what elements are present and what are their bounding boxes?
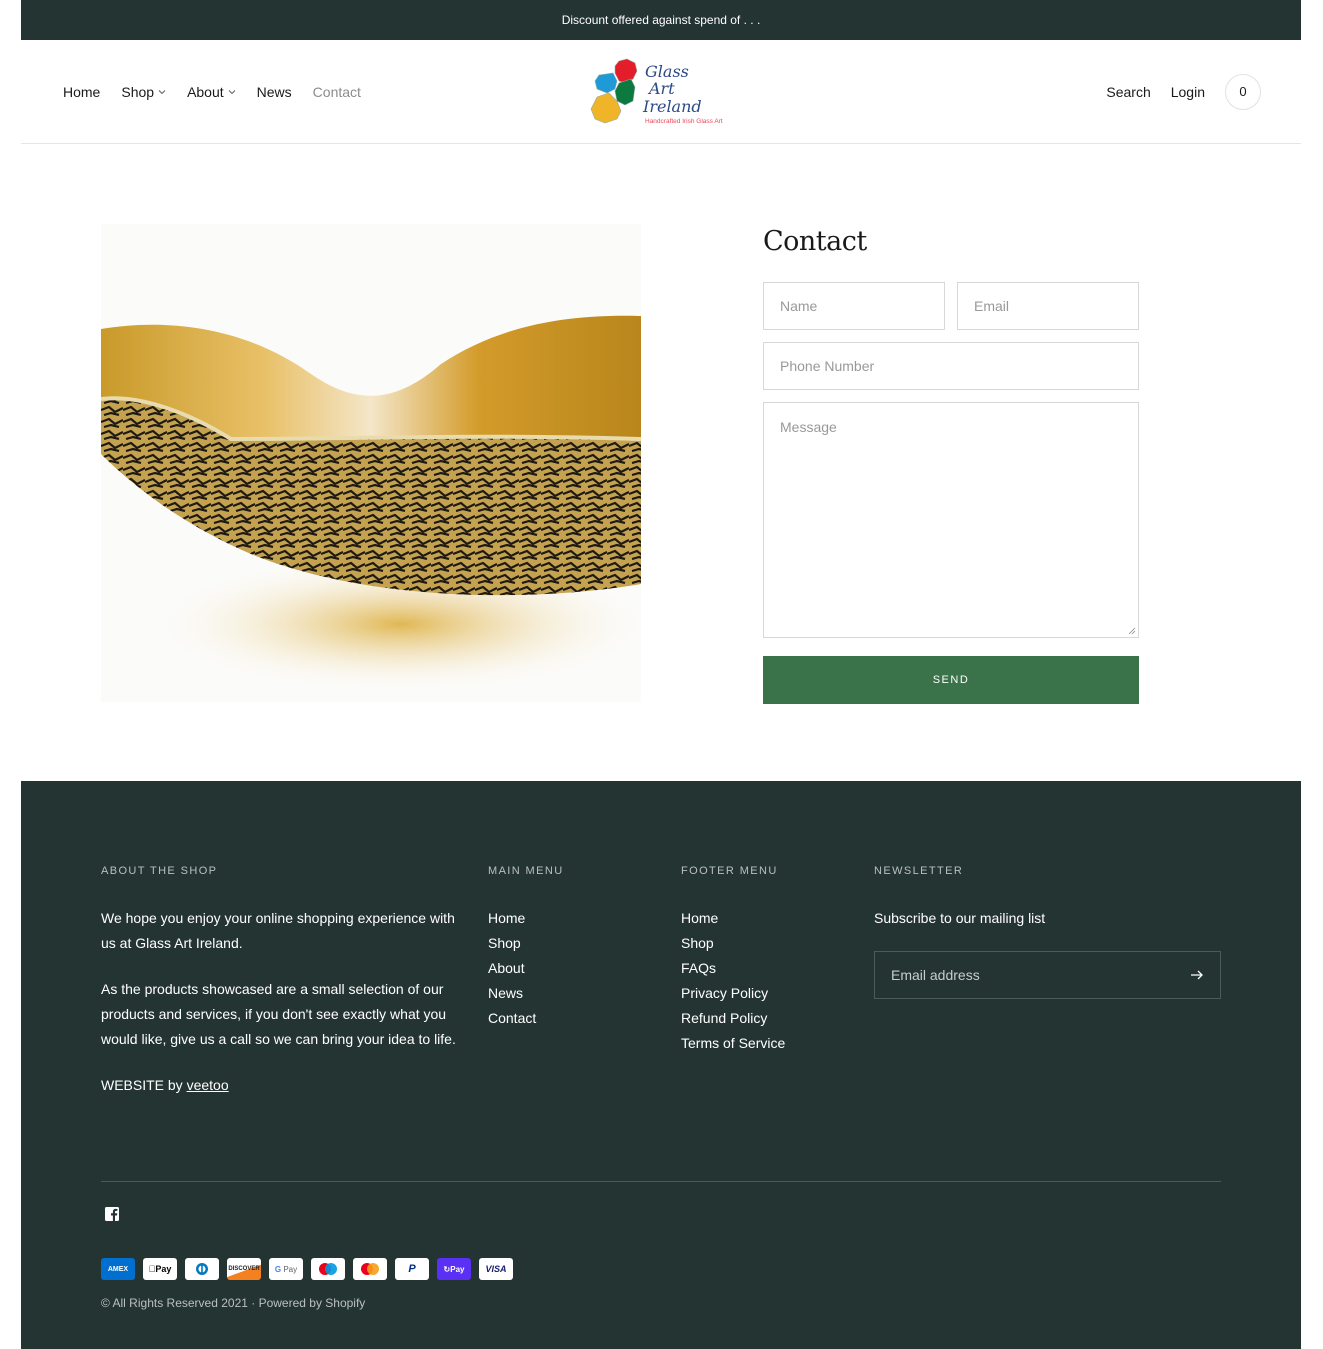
nav-contact-label: Contact <box>312 83 361 100</box>
footer-menu-privacy[interactable]: Privacy Policy <box>681 985 768 1001</box>
contact-form: Contact Name Email Phone Number Message … <box>763 224 1139 704</box>
logo-text-art: Art <box>647 79 675 98</box>
footer-menu-refund[interactable]: Refund Policy <box>681 1010 767 1026</box>
logo-text-ireland: Ireland <box>642 97 702 116</box>
product-image <box>101 224 641 702</box>
message-placeholder: Message <box>780 419 837 435</box>
newsletter-placeholder: Email address <box>891 967 980 983</box>
maestro-icon <box>311 1258 345 1280</box>
main-nav: Home Shop About News Contact <box>63 40 361 143</box>
mastercard-icon <box>353 1258 387 1280</box>
cart-button[interactable]: 0 <box>1225 73 1261 110</box>
newsletter-text: Subscribe to our mailing list <box>874 910 1046 926</box>
footer-about: ABOUT THE SHOP We hope you enjoy your on… <box>101 865 456 1098</box>
name-placeholder: Name <box>780 298 818 314</box>
footer-credit: WEBSITE by veetoo <box>101 1073 456 1098</box>
visa-icon: VISA <box>479 1258 513 1280</box>
name-input[interactable]: Name <box>763 282 945 330</box>
shop-pay-icon: ↻Pay <box>437 1258 471 1280</box>
page-title: Contact <box>763 226 867 257</box>
nav-news-label: News <box>256 83 292 100</box>
site-logo[interactable]: Glass Art Ireland Handcrafted Irish Glas… <box>589 57 735 127</box>
send-button[interactable]: SEND <box>763 656 1139 704</box>
email-input[interactable]: Email <box>957 282 1139 330</box>
discover-icon: DISCOVER <box>227 1258 261 1280</box>
cart-count: 0 <box>1239 84 1247 99</box>
footer-menu-terms[interactable]: Terms of Service <box>681 1035 785 1051</box>
footer-about-heading: ABOUT THE SHOP <box>101 865 218 877</box>
footer-menu-faqs[interactable]: FAQs <box>681 960 716 976</box>
nav-shop-label: Shop <box>121 83 155 100</box>
footer-footer-menu: FOOTER MENU Home Shop FAQs Privacy Polic… <box>681 865 785 1056</box>
newsletter-heading: NEWSLETTER <box>874 865 964 877</box>
footer-menu-heading: FOOTER MENU <box>681 865 778 877</box>
main-menu-shop[interactable]: Shop <box>488 935 521 951</box>
main-menu-heading: MAIN MENU <box>488 865 564 877</box>
payment-icons: AMEX Pay DISCOVER G Pay P ↻Pay VISA <box>101 1258 513 1280</box>
footer-newsletter: NEWSLETTER Subscribe to our mailing list… <box>874 865 1221 999</box>
arrow-right-icon[interactable] <box>1190 970 1204 980</box>
facebook-icon <box>105 1207 119 1221</box>
chevron-down-icon <box>158 89 166 94</box>
footer-about-text-2: As the products showcased are a small se… <box>101 981 456 1047</box>
nav-about[interactable]: About <box>187 84 236 100</box>
message-textarea[interactable]: Message <box>763 402 1139 638</box>
nav-shop[interactable]: Shop <box>121 84 166 100</box>
main-menu-home[interactable]: Home <box>488 910 525 926</box>
facebook-link[interactable] <box>104 1206 120 1222</box>
main-content: Contact Name Email Phone Number Message … <box>21 144 1301 781</box>
nav-home[interactable]: Home <box>63 84 100 100</box>
site-footer: ABOUT THE SHOP We hope you enjoy your on… <box>21 781 1301 1349</box>
paypal-icon: P <box>395 1258 429 1280</box>
resize-handle-icon[interactable] <box>1128 627 1136 635</box>
footer-divider <box>101 1181 1221 1182</box>
copyright: © All Rights Reserved 2021 · Powered by … <box>101 1296 366 1310</box>
announcement-bar: Discount offered against spend of . . . <box>21 0 1301 40</box>
google-pay-icon: G Pay <box>269 1258 303 1280</box>
main-menu-about[interactable]: About <box>488 960 525 976</box>
main-menu-contact[interactable]: Contact <box>488 1010 536 1026</box>
credit-prefix: WEBSITE by <box>101 1077 187 1093</box>
nav-home-label: Home <box>63 83 101 100</box>
phone-input[interactable]: Phone Number <box>763 342 1139 390</box>
login-link[interactable]: Login <box>1171 84 1205 100</box>
footer-menu-shop[interactable]: Shop <box>681 935 714 951</box>
footer-main-menu: MAIN MENU Home Shop About News Contact <box>488 865 564 1031</box>
chevron-down-icon <box>228 89 235 94</box>
page: Discount offered against spend of . . . … <box>21 0 1301 1349</box>
diners-club-icon <box>185 1258 219 1280</box>
phone-placeholder: Phone Number <box>780 358 875 374</box>
footer-about-text-1: We hope you enjoy your online shopping e… <box>101 910 455 951</box>
nav-news[interactable]: News <box>257 84 292 100</box>
nav-contact[interactable]: Contact <box>313 84 361 100</box>
amex-icon: AMEX <box>101 1258 135 1280</box>
site-header: Home Shop About News Contact Glass Art I… <box>21 40 1301 144</box>
logo-ireland-map-icon: Glass Art Ireland Handcrafted Irish Glas… <box>590 58 723 125</box>
nav-about-label: About <box>187 83 224 100</box>
main-menu-news[interactable]: News <box>488 985 523 1001</box>
footer-menu-home[interactable]: Home <box>681 910 718 926</box>
header-actions: Search Login 0 <box>1106 40 1261 143</box>
glass-bowl-image <box>101 224 641 702</box>
announcement-text[interactable]: Discount offered against spend of . . . <box>562 13 761 27</box>
newsletter-email-input[interactable]: Email address <box>874 951 1221 999</box>
logo-tagline: Handcrafted Irish Glass Art <box>645 118 723 125</box>
search-link[interactable]: Search <box>1106 84 1150 100</box>
email-placeholder: Email <box>974 298 1010 314</box>
credit-link[interactable]: veetoo <box>187 1077 229 1093</box>
apple-pay-icon: Pay <box>143 1258 177 1280</box>
